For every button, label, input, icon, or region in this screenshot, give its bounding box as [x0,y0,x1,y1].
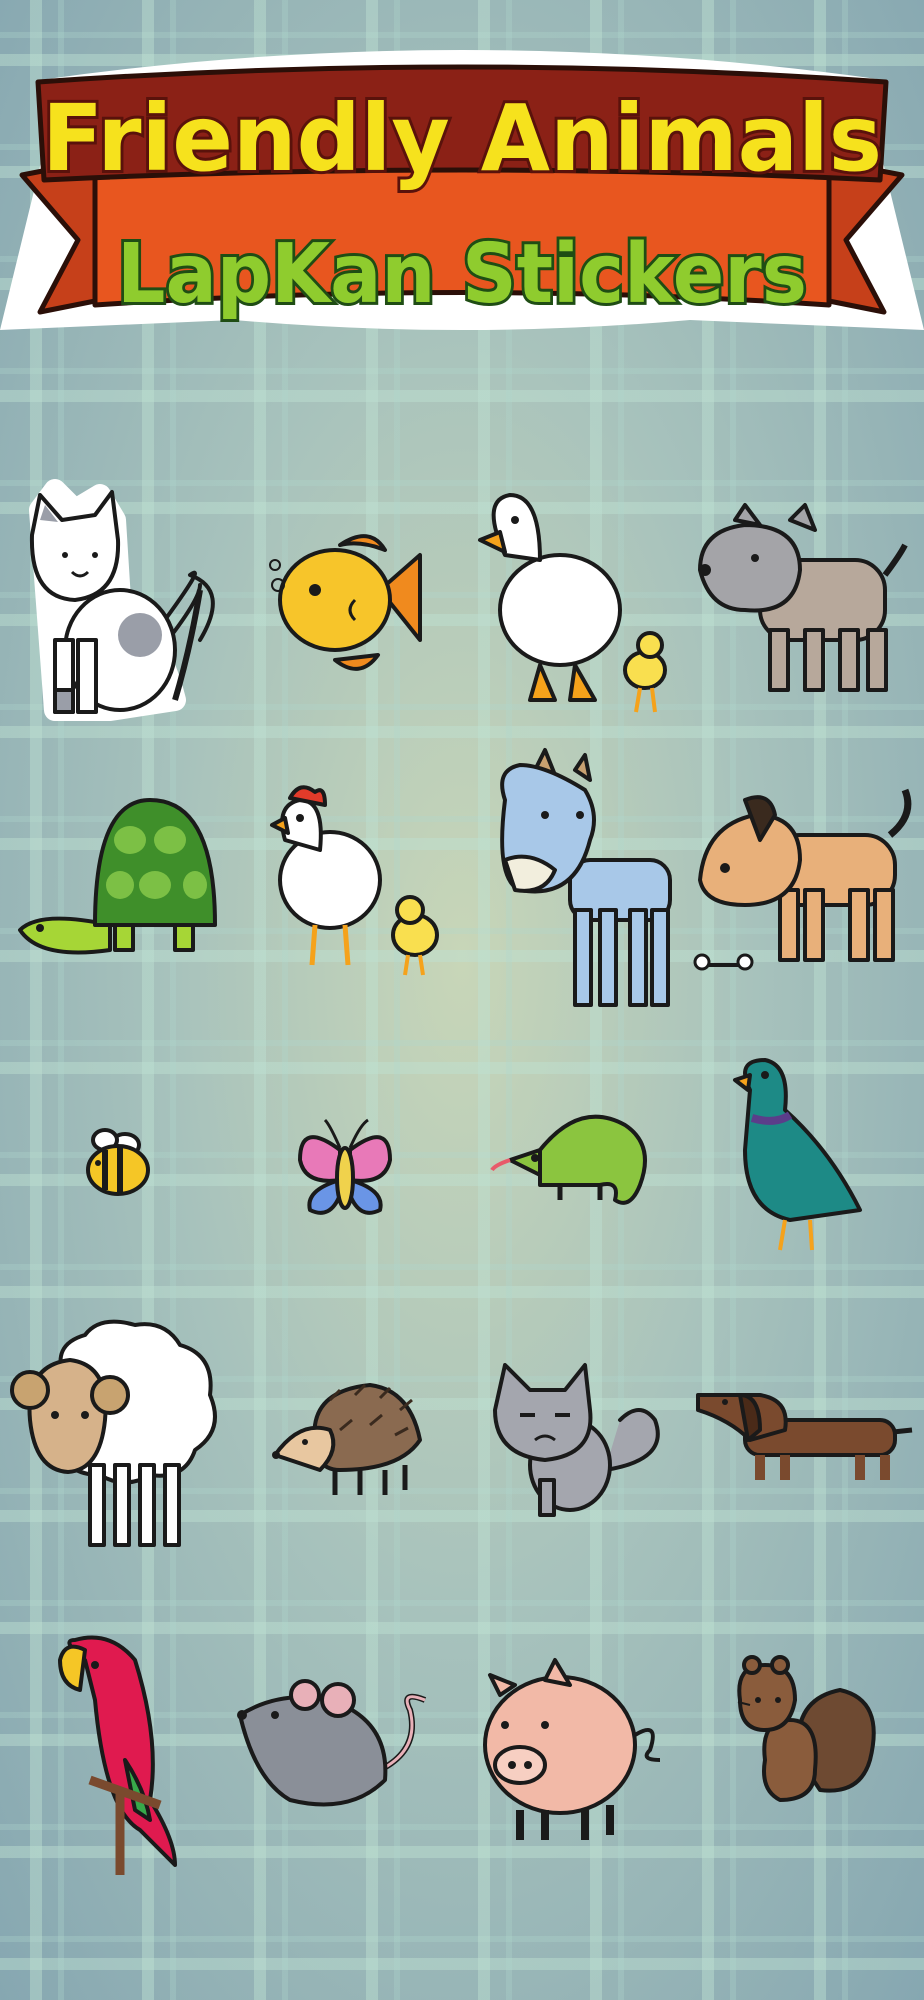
dachshund-icon[interactable] [696,1393,913,1480]
cat-icon[interactable] [29,479,215,721]
mouse-icon[interactable] [237,1679,427,1807]
terrier-dog-icon[interactable] [698,503,908,692]
chameleon-icon[interactable] [490,1114,647,1205]
sheep-icon[interactable] [10,1319,217,1547]
turtle-icon[interactable] [18,798,217,955]
sticker-grid [10,479,913,1876]
fish-icon[interactable] [269,534,422,671]
goat-icon[interactable] [500,748,672,1007]
pig-icon[interactable] [483,1658,661,1840]
title-banner: Friendly Animals LapKan Stickers [0,50,924,330]
pigeon-icon[interactable] [733,1058,862,1251]
hedgehog-icon[interactable] [272,1383,422,1495]
grumpy-cat-icon[interactable] [493,1363,660,1517]
bee-icon[interactable] [86,1128,150,1196]
banner-title: Friendly Animals [42,85,882,192]
hen-icon[interactable] [270,785,439,976]
dog-with-bone-icon[interactable] [693,788,912,971]
parrot-icon[interactable] [58,1635,177,1876]
banner-subtitle: LapKan Stickers [117,227,807,322]
butterfly-icon[interactable] [298,1118,392,1215]
squirrel-icon[interactable] [737,1655,876,1802]
duck-icon[interactable] [478,493,667,713]
